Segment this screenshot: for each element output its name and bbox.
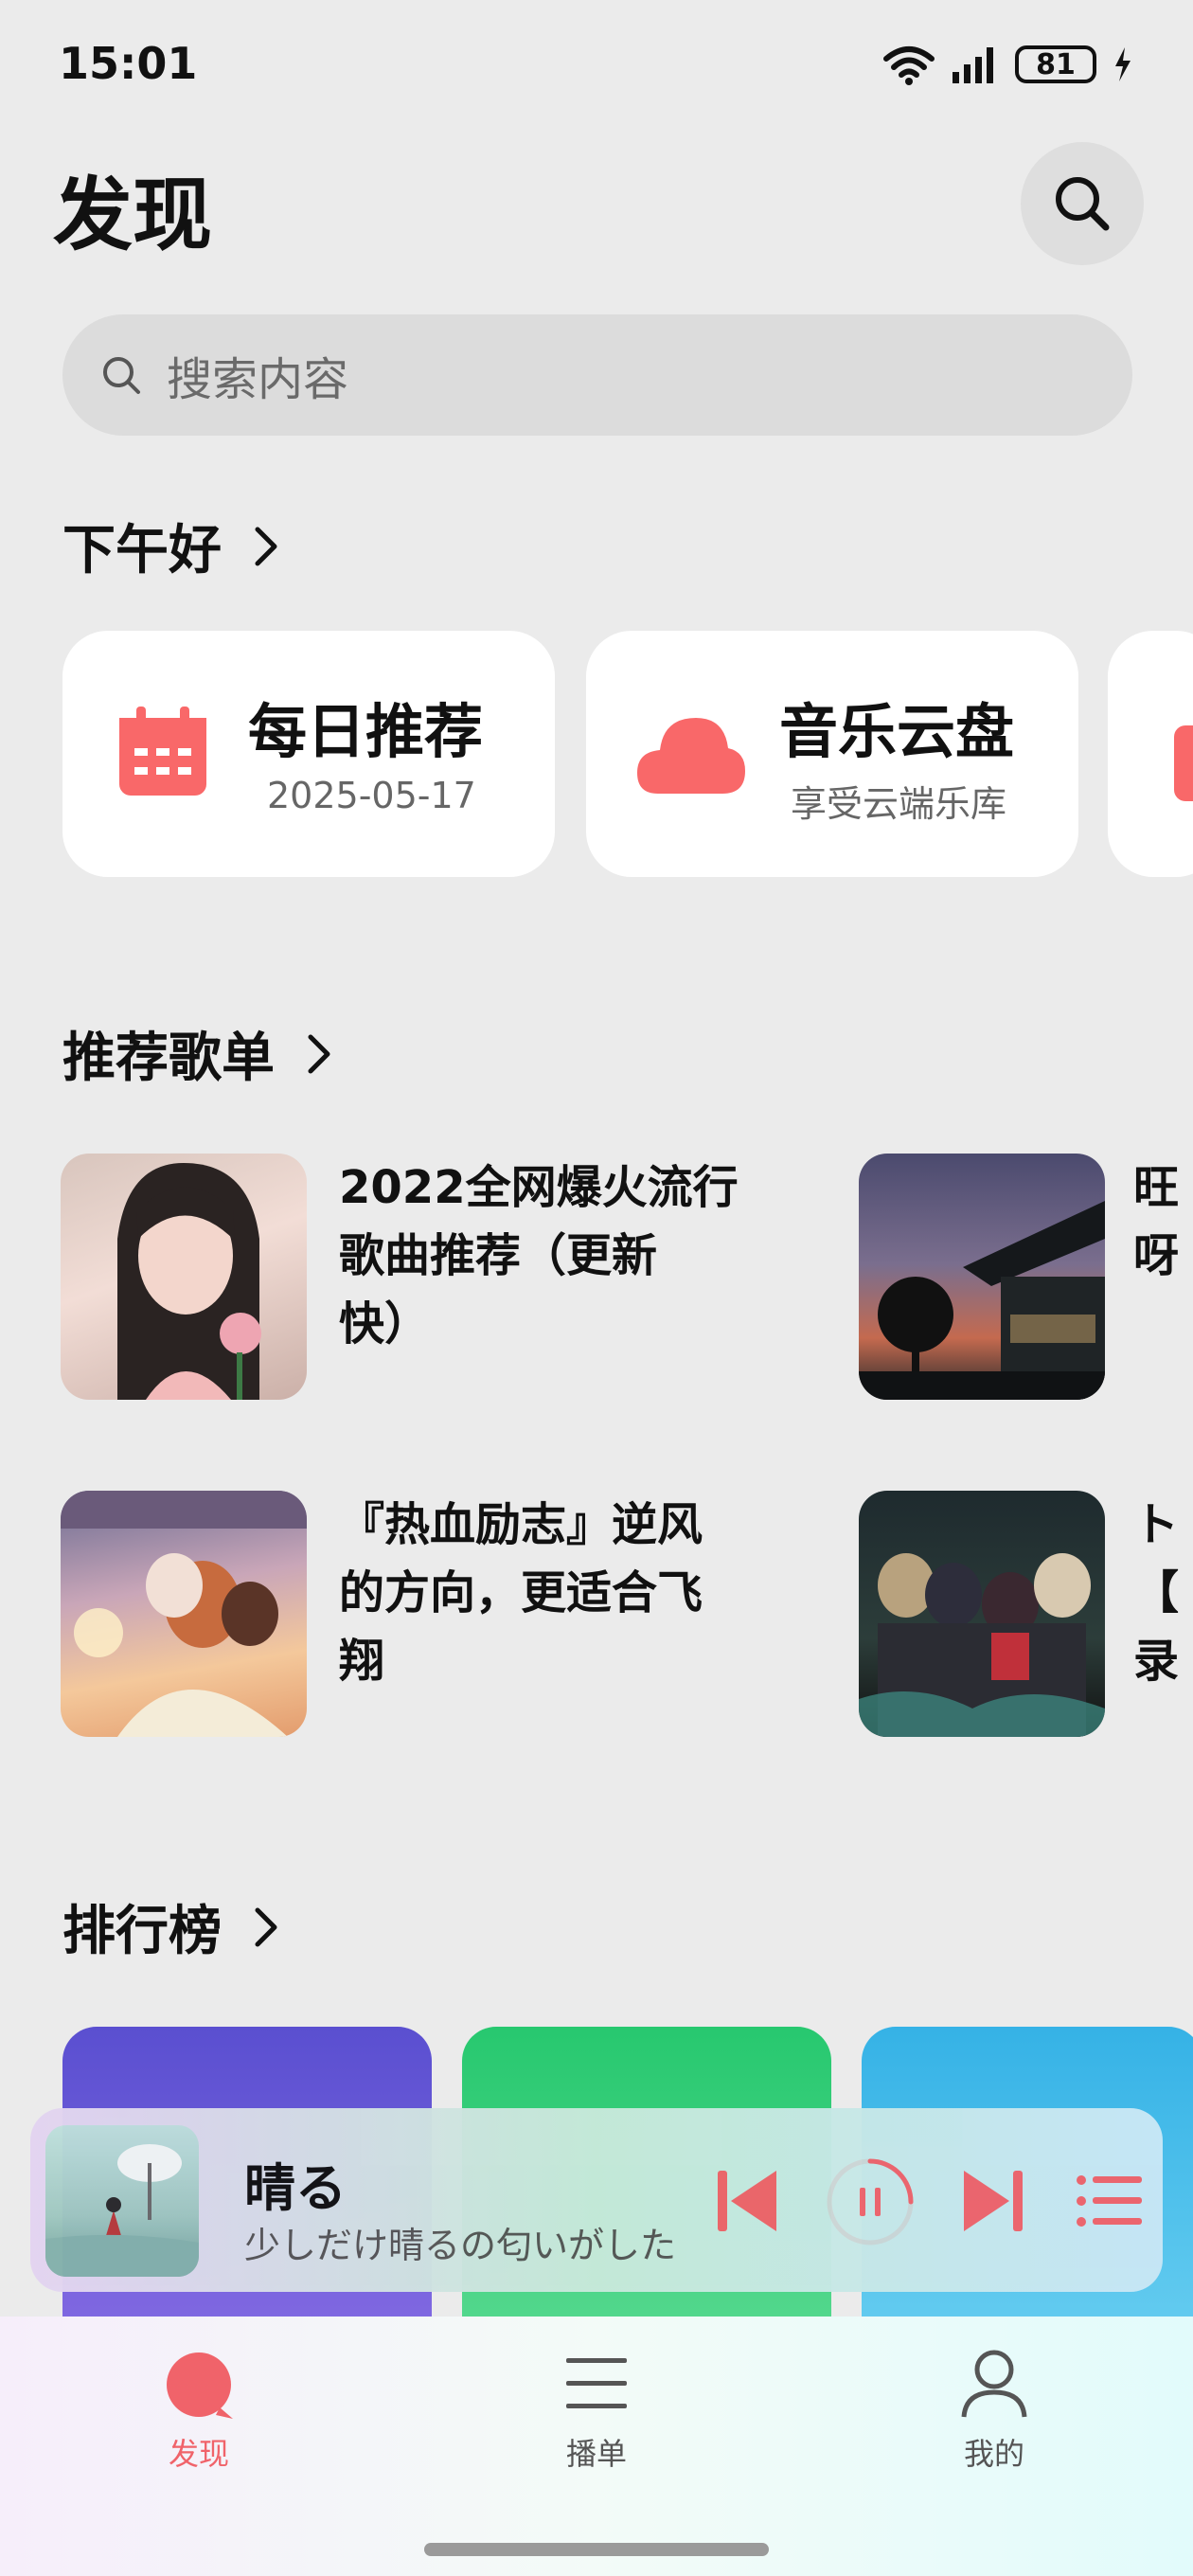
daily-recommend-card[interactable]: 每日推荐 2025-05-17 bbox=[62, 631, 555, 877]
chevron-right-icon bbox=[308, 1034, 330, 1073]
charging-icon bbox=[1115, 47, 1131, 81]
playlist-title-line: 旺 bbox=[1133, 1161, 1180, 1214]
nav-playlists[interactable]: 播单 bbox=[511, 2345, 682, 2474]
search-icon bbox=[103, 357, 140, 394]
playlist-icon bbox=[566, 2358, 627, 2408]
pause-button[interactable] bbox=[826, 2157, 915, 2246]
chevron-right-icon bbox=[255, 1907, 277, 1946]
playlist-title-line: 的方向，更适合飞 bbox=[339, 1566, 703, 1619]
greeting-header[interactable]: 下午好 bbox=[62, 508, 278, 584]
playlist-title-line: 【 bbox=[1133, 1566, 1180, 1619]
nav-label: 发现 bbox=[168, 2436, 229, 2472]
search-placeholder: 搜索内容 bbox=[167, 353, 349, 406]
playlists-title: 推荐歌单 bbox=[62, 1028, 275, 1089]
wifi-icon bbox=[883, 46, 935, 85]
mini-player[interactable]: 晴る 少しだけ晴るの匂いがした bbox=[30, 2108, 1163, 2292]
quick-card-partial[interactable] bbox=[1108, 631, 1193, 877]
pause-icon bbox=[827, 2158, 914, 2245]
daily-recommend-date: 2025-05-17 bbox=[267, 775, 476, 816]
playlist-title-line: 歌曲推荐（更新 bbox=[339, 1229, 658, 1282]
page-title: 发现 bbox=[53, 169, 213, 261]
quick-card-partial-icon bbox=[1174, 725, 1193, 801]
charts-title: 排行榜 bbox=[62, 1901, 222, 1962]
profile-icon bbox=[961, 2350, 1027, 2418]
cloud-icon bbox=[637, 718, 745, 794]
playlist-title-line: 快） bbox=[339, 1297, 431, 1351]
status-time: 15:01 bbox=[59, 38, 198, 89]
playlist-card[interactable]: 2022全网爆火流行 歌曲推荐（更新 快） bbox=[61, 1154, 780, 1400]
battery-indicator: 81 bbox=[1015, 45, 1096, 83]
playlist-title-line: 翔 bbox=[339, 1635, 385, 1688]
playlist-title-line: 2022全网爆火流行 bbox=[339, 1161, 739, 1214]
next-track-button[interactable] bbox=[960, 2165, 1026, 2237]
playlist-title-line: 呀 bbox=[1133, 1229, 1180, 1282]
status-icons: 81 bbox=[882, 44, 1134, 85]
playlist-cover bbox=[61, 1154, 307, 1400]
search-icon bbox=[1056, 177, 1110, 231]
now-playing-lyric: 少しだけ晴るの匂いがした bbox=[244, 2225, 677, 2266]
playlist-cover bbox=[859, 1491, 1105, 1737]
daily-recommend-title: 每日推荐 bbox=[248, 697, 484, 766]
home-indicator[interactable] bbox=[424, 2543, 769, 2556]
queue-list-button[interactable] bbox=[1076, 2174, 1144, 2227]
playlist-title-line: 『热血励志』逆风 bbox=[339, 1498, 703, 1551]
nav-label: 我的 bbox=[963, 2436, 1024, 2472]
playlist-title-line: 录 bbox=[1133, 1635, 1180, 1688]
nav-discover[interactable]: 发现 bbox=[114, 2345, 284, 2474]
cloud-drive-card[interactable]: 音乐云盘 享受云端乐库 bbox=[586, 631, 1078, 877]
playlist-cover bbox=[61, 1491, 307, 1737]
calendar-icon bbox=[119, 707, 206, 796]
playlists-header[interactable]: 推荐歌单 bbox=[62, 1015, 331, 1092]
header-search-button[interactable] bbox=[1021, 142, 1144, 265]
signal-icon bbox=[953, 47, 993, 83]
discover-icon bbox=[167, 2352, 233, 2419]
charts-header[interactable]: 排行榜 bbox=[62, 1888, 278, 1965]
playlist-card[interactable]: ト 【 录 bbox=[859, 1491, 1193, 1737]
now-playing-title: 晴る bbox=[244, 2158, 347, 2218]
search-input[interactable]: 搜索内容 bbox=[62, 314, 1132, 436]
cloud-drive-title: 音乐云盘 bbox=[779, 697, 1015, 766]
nav-profile[interactable]: 我的 bbox=[909, 2345, 1079, 2474]
cloud-drive-subtitle: 享受云端乐库 bbox=[791, 783, 1007, 825]
now-playing-cover bbox=[45, 2125, 199, 2277]
previous-track-button[interactable] bbox=[714, 2165, 780, 2237]
nav-label: 播单 bbox=[565, 2436, 627, 2472]
greeting-title: 下午好 bbox=[62, 520, 222, 581]
playlist-card[interactable]: 旺 呀 bbox=[859, 1154, 1193, 1400]
bottom-navigation: 发现 播单 我的 bbox=[0, 2317, 1193, 2576]
playlist-card[interactable]: 『热血励志』逆风 的方向，更适合飞 翔 bbox=[61, 1491, 780, 1737]
chevron-right-icon bbox=[255, 527, 277, 565]
playlist-title-line: ト bbox=[1133, 1498, 1180, 1551]
discover-page: 15:01 81 发现 搜索内容 下午好 每日推荐 2025-05-17 音乐云… bbox=[0, 0, 1193, 2576]
playlist-cover bbox=[859, 1154, 1105, 1400]
